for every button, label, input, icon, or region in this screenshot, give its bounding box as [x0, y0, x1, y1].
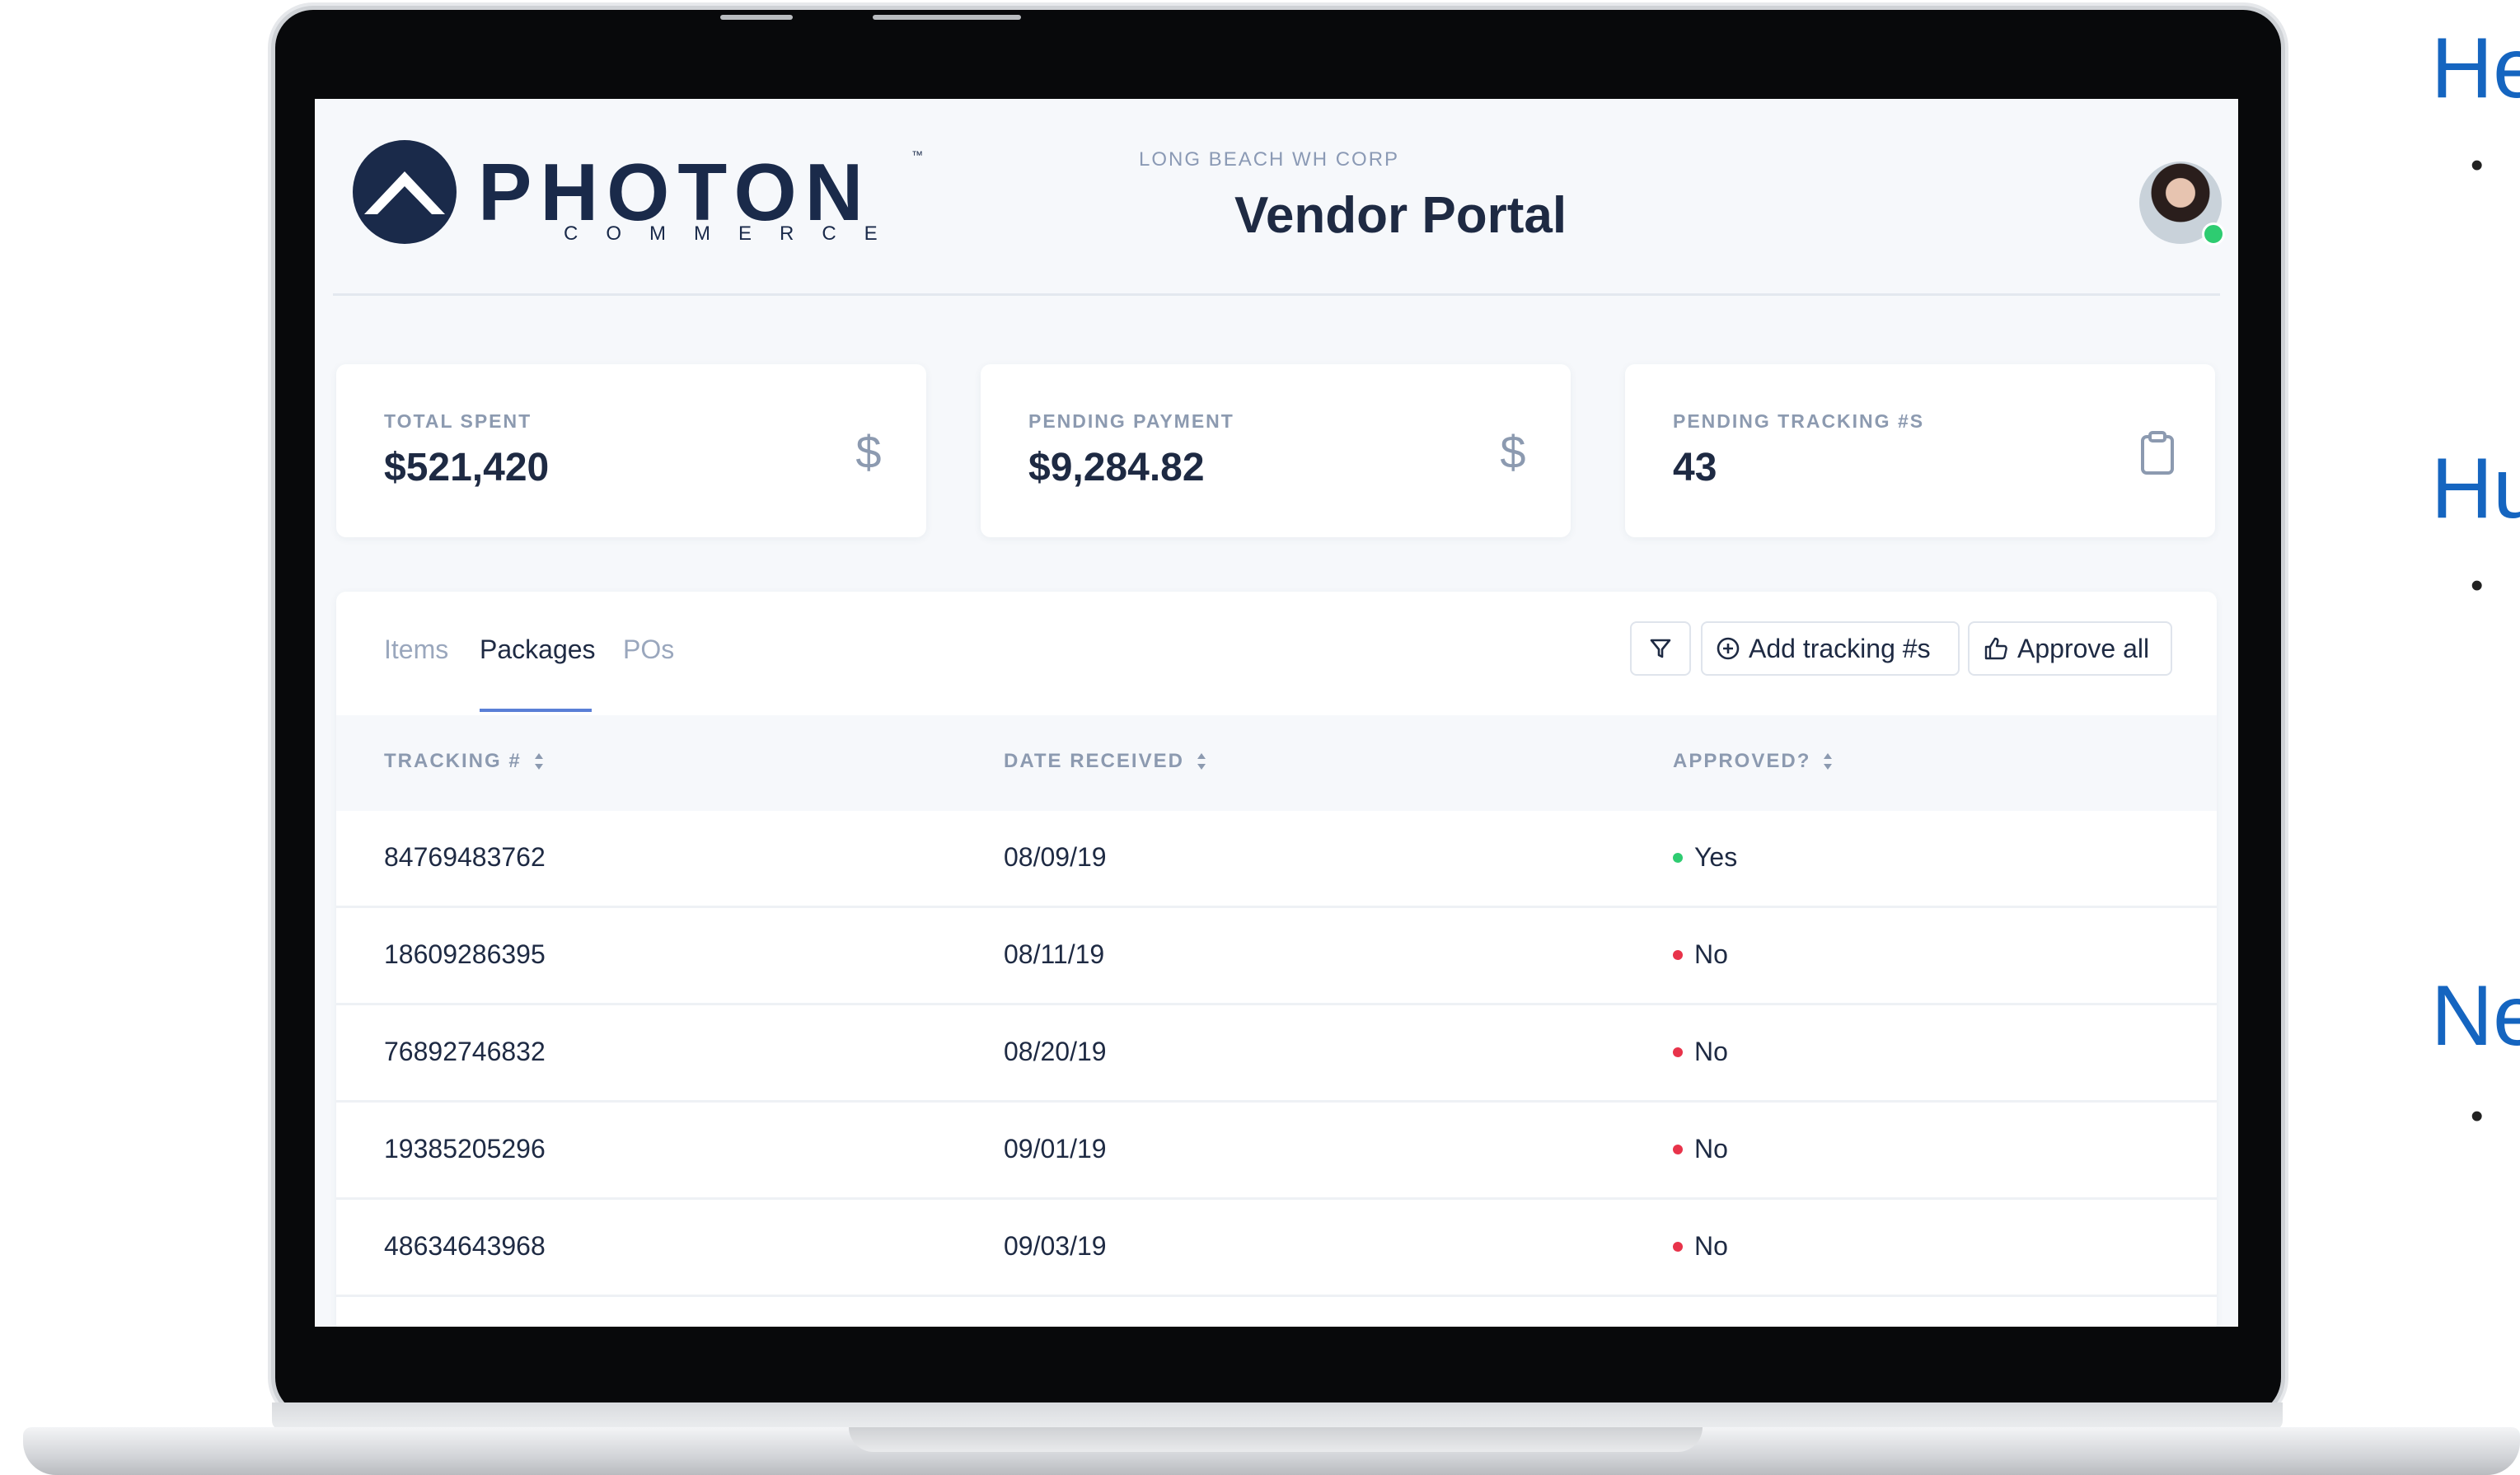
approved-cell: Yes [1673, 842, 1737, 873]
clipboard-icon [2141, 431, 2174, 475]
table-row[interactable]: 84769483762 08/09/19 Yes [336, 811, 2217, 908]
status-dot-icon [1673, 1241, 1683, 1252]
logo-trademark: ™ [911, 148, 923, 162]
date-cell: 08/11/19 [1004, 939, 1105, 969]
slide-bullet: • [2471, 145, 2484, 185]
column-header-tracking[interactable]: TRACKING # [384, 750, 545, 773]
approved-value: No [1694, 1134, 1728, 1164]
stat-card-pending-tracking: PENDING TRACKING #S 43 [1625, 364, 2215, 537]
slide-bullet: • [2471, 565, 2484, 606]
approved-cell: No [1673, 1231, 1728, 1262]
column-header-date-received[interactable]: DATE RECEIVED [1004, 750, 1207, 773]
status-dot-icon [1673, 1047, 1683, 1057]
header-divider [333, 293, 2220, 296]
date-cell: 09/01/19 [1004, 1134, 1107, 1164]
photon-commerce-logo[interactable]: PHOTON ™ COMMERCE [353, 140, 930, 247]
table-row[interactable]: 48634643968 09/03/19 No [336, 1200, 2217, 1297]
logo-subtitle: COMMERCE [564, 222, 906, 245]
svg-text:$: $ [1500, 428, 1525, 478]
packages-panel: Items Packages POs Add tracking #s Appro… [336, 592, 2217, 1327]
table-row[interactable]: 19385205296 09/01/19 No [336, 1103, 2217, 1200]
dollar-icon: $ [1500, 428, 1525, 478]
slide-heading: He [2431, 21, 2520, 116]
approved-cell: No [1673, 1134, 1728, 1164]
sort-icon [534, 753, 543, 770]
tracking-cell: 48634643968 [384, 1231, 546, 1261]
tracking-cell: 84769483762 [384, 842, 546, 872]
tracking-cell: 76892746832 [384, 1037, 546, 1066]
tab-pos[interactable]: POs [623, 634, 674, 665]
photon-logo-mark-icon [353, 140, 457, 244]
approved-value: Yes [1694, 842, 1738, 872]
active-tab-indicator [480, 709, 592, 712]
lid-edge-mark [720, 15, 793, 20]
svg-text:$: $ [855, 428, 881, 478]
laptop-hinge [272, 1402, 2283, 1431]
status-dot-icon [1673, 1144, 1683, 1154]
stat-label: PENDING PAYMENT [1028, 410, 1234, 432]
stat-card-pending-payment: PENDING PAYMENT $9,284.82 $ [981, 364, 1571, 537]
date-cell: 09/03/19 [1004, 1231, 1107, 1261]
add-tracking-button[interactable]: Add tracking #s [1701, 621, 1960, 676]
sort-icon [1197, 753, 1206, 770]
page-title: Vendor Portal [1234, 187, 1567, 244]
approved-value: No [1694, 939, 1728, 969]
date-cell: 08/20/19 [1004, 1037, 1107, 1066]
stat-card-total-spent: TOTAL SPENT $521,420 $ [336, 364, 926, 537]
stat-label: PENDING TRACKING #S [1673, 410, 1925, 432]
slide-heading: Ne [2431, 968, 2520, 1064]
approved-value: No [1694, 1231, 1728, 1261]
status-dot-icon [1673, 852, 1683, 863]
online-status-icon [2202, 222, 2225, 246]
logo-wordmark: PHOTON [478, 147, 872, 237]
tracking-cell: 19385205296 [384, 1134, 546, 1164]
portal-header: PHOTON ™ COMMERCE LONG BEACH WH CORP Ven… [315, 99, 2238, 296]
vendor-portal-screen: PHOTON ™ COMMERCE LONG BEACH WH CORP Ven… [315, 99, 2238, 1327]
date-cell: 08/09/19 [1004, 842, 1107, 872]
column-header-approved[interactable]: APPROVED? [1673, 750, 1834, 773]
status-dot-icon [1673, 949, 1683, 960]
filter-button[interactable] [1630, 621, 1691, 676]
stat-label: TOTAL SPENT [384, 410, 532, 432]
stat-value: $9,284.82 [1028, 446, 1205, 489]
slide-bullet: • [2471, 1096, 2484, 1136]
thumbs-up-icon [1984, 637, 2007, 660]
organization-name: LONG BEACH WH CORP [1139, 148, 1400, 171]
laptop-base-groove [849, 1427, 1703, 1452]
tab-packages[interactable]: Packages [480, 634, 596, 665]
tracking-cell: 18609286395 [384, 939, 546, 969]
table-row[interactable]: 76892746832 08/20/19 No [336, 1005, 2217, 1103]
table-row[interactable]: 18609286395 08/11/19 No [336, 908, 2217, 1005]
stat-value: $521,420 [384, 446, 550, 489]
dollar-icon: $ [855, 428, 881, 478]
table-header: TRACKING # DATE RECEIVED APPROVED? [336, 715, 2217, 811]
approved-value: No [1694, 1037, 1728, 1066]
plus-circle-icon [1717, 637, 1740, 660]
stat-value: 43 [1673, 446, 1717, 489]
approved-cell: No [1673, 939, 1728, 970]
lid-edge-mark [873, 15, 1021, 20]
approve-all-button[interactable]: Approve all [1968, 621, 2172, 676]
approve-all-label: Approve all [2017, 633, 2150, 663]
filter-icon [1650, 639, 1671, 658]
approved-cell: No [1673, 1037, 1728, 1067]
slide-heading: Hu [2431, 441, 2520, 536]
tab-items[interactable]: Items [384, 634, 448, 665]
sort-icon [1824, 753, 1833, 770]
add-tracking-label: Add tracking #s [1749, 633, 1931, 663]
